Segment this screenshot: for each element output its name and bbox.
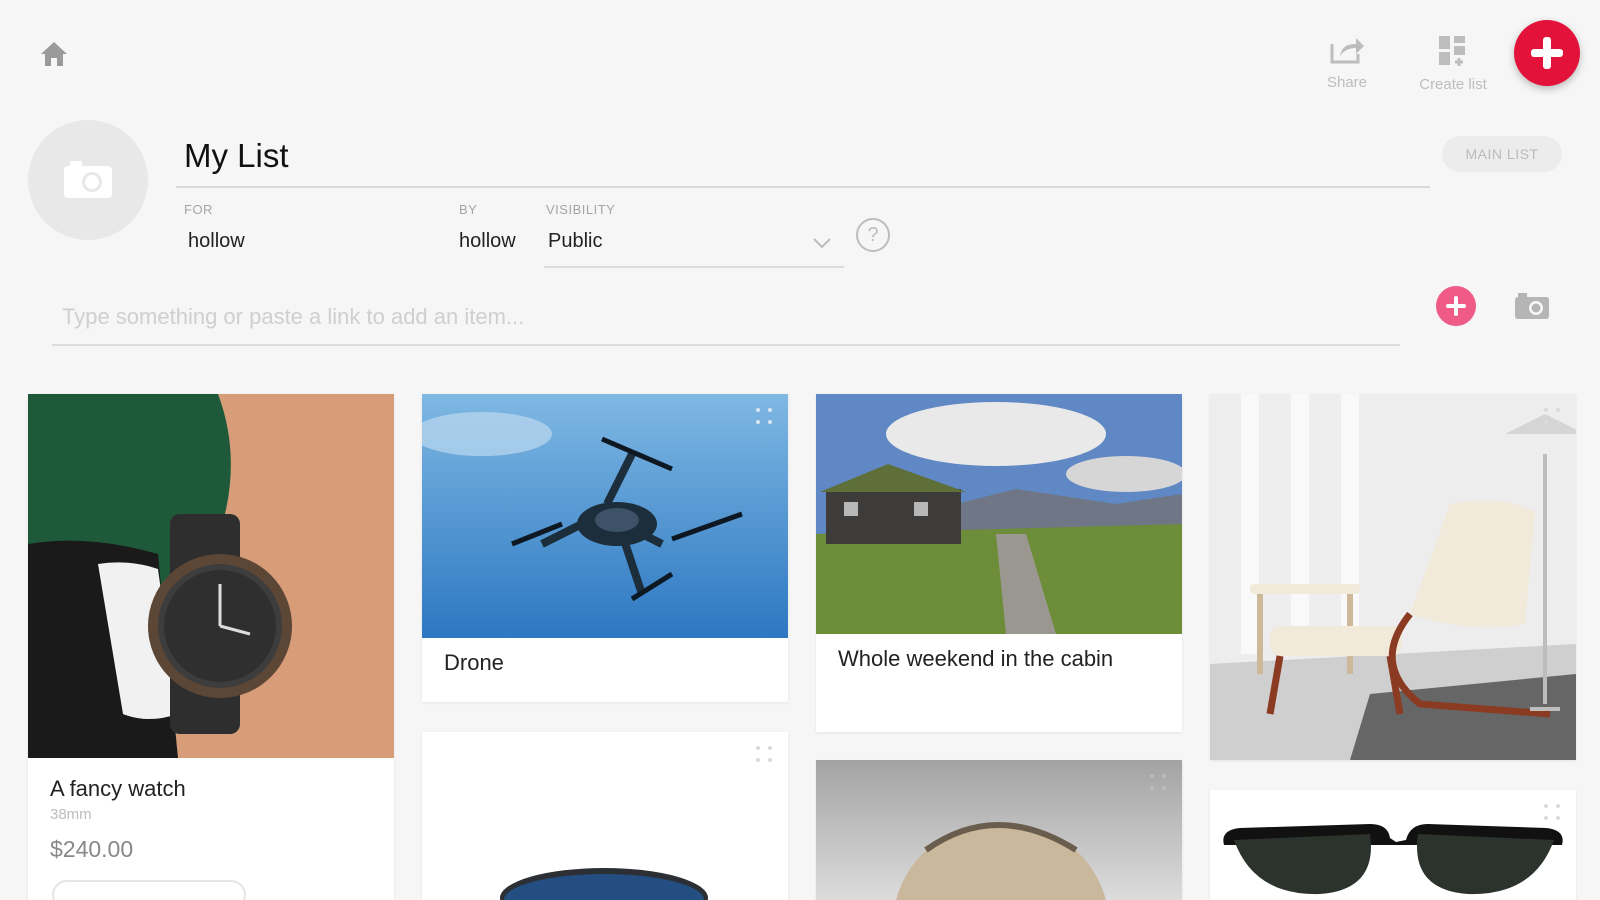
armchair-photo	[1210, 394, 1576, 760]
for-label: FOR	[184, 202, 213, 217]
item-card-armchair[interactable]	[1210, 394, 1576, 760]
item-price: $240.00	[50, 836, 134, 862]
handbag-photo	[816, 760, 1182, 900]
drag-handle-icon[interactable]	[1542, 802, 1564, 824]
wristwatch-photo	[28, 394, 394, 758]
item-name: A fancy watch	[50, 776, 186, 801]
share-icon	[1330, 38, 1364, 64]
visibility-select[interactable]: Public	[544, 226, 844, 268]
create-list-icon	[1439, 36, 1465, 66]
item-name: Drone	[444, 650, 504, 675]
add-fab-button[interactable]	[1514, 20, 1580, 86]
add-item-input[interactable]	[52, 290, 1400, 346]
create-list-button[interactable]: Create list	[1408, 34, 1498, 93]
visibility-value: Public	[548, 230, 603, 252]
main-list-badge: MAIN LIST	[1442, 136, 1562, 172]
item-detail: 38mm	[50, 806, 92, 823]
home-icon[interactable]	[38, 38, 70, 70]
cabin-landscape-photo	[816, 394, 1182, 634]
drone-photo	[422, 394, 788, 638]
share-button[interactable]: Share	[1302, 34, 1392, 91]
drag-handle-icon[interactable]	[754, 406, 776, 428]
camera-icon	[1515, 293, 1549, 319]
drag-handle-icon[interactable]	[1148, 772, 1170, 794]
item-card-speaker[interactable]	[422, 732, 788, 900]
by-value: hollow	[459, 230, 516, 252]
drag-handle-icon[interactable]	[1542, 406, 1564, 428]
sunglasses-photo	[1210, 790, 1576, 900]
add-item-button[interactable]	[1436, 286, 1476, 326]
item-name: Whole weekend in the cabin	[838, 646, 1114, 671]
list-title-input[interactable]	[176, 126, 1430, 188]
item-card-drone[interactable]: Drone	[422, 394, 788, 702]
create-list-label: Create list	[1419, 76, 1487, 93]
item-tag-button[interactable]	[52, 880, 246, 900]
for-value[interactable]: hollow	[188, 230, 245, 253]
visibility-label: VISIBILITY	[546, 202, 616, 217]
camera-icon	[64, 161, 112, 198]
item-card-sunglasses[interactable]	[1210, 790, 1576, 900]
list-photo-button[interactable]	[28, 120, 148, 240]
item-card-cabin[interactable]: Whole weekend in the cabin	[816, 394, 1182, 732]
by-label: BY	[459, 202, 478, 217]
help-icon[interactable]: ?	[856, 218, 890, 252]
chevron-down-icon	[813, 238, 831, 249]
item-card-handbag[interactable]	[816, 760, 1182, 900]
item-card-watch[interactable]: A fancy watch 38mm $240.00	[28, 394, 394, 900]
smart-speaker-photo	[422, 732, 788, 900]
add-photo-button[interactable]	[1514, 292, 1550, 325]
share-label: Share	[1326, 74, 1368, 91]
